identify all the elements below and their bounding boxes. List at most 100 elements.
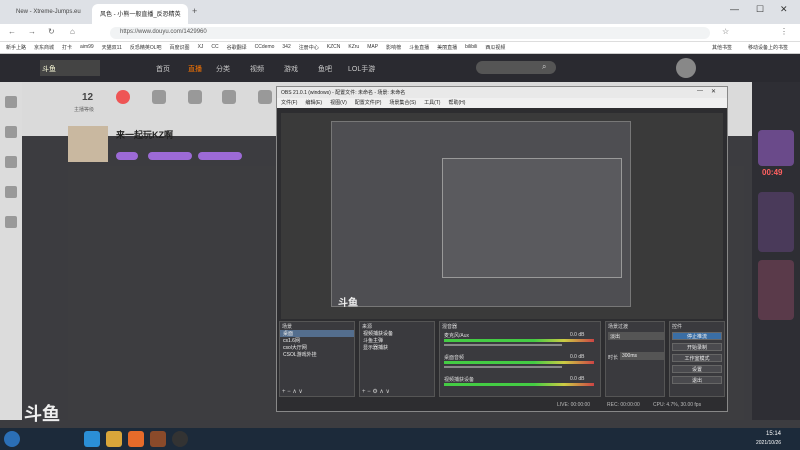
douyu-logo[interactable]: 斗鱼 — [40, 60, 100, 76]
volume-slider[interactable] — [444, 344, 562, 346]
other-bookmarks[interactable]: 其他书签 — [712, 44, 732, 51]
obs-menu-item[interactable]: 编辑(E) — [305, 99, 322, 107]
duration-label: 时长 — [608, 355, 619, 361]
new-tab-icon[interactable]: + — [192, 6, 197, 16]
clock-time: 15:14 — [766, 431, 782, 437]
bookmark-item[interactable]: 美丽直播 — [437, 44, 457, 51]
nav-games[interactable]: 游戏 — [284, 64, 298, 74]
obs-menu-item[interactable]: 场景集合(S) — [389, 99, 416, 107]
search-icon[interactable]: ⌕ — [542, 62, 546, 72]
add-scene-icon[interactable]: + − ∧ ∨ — [282, 388, 303, 395]
nav-video[interactable]: 视频 — [250, 64, 264, 74]
sidebar-item-games[interactable] — [5, 186, 17, 198]
minimize-icon[interactable]: — — [730, 4, 739, 14]
edit-icon[interactable] — [188, 90, 202, 104]
bookmark-item[interactable]: 天猫双11 — [102, 44, 122, 51]
start-button-icon[interactable] — [4, 431, 20, 447]
nav-live[interactable]: 直播 — [188, 64, 202, 74]
nav-category[interactable]: 分类 — [216, 64, 230, 74]
bookmark-item[interactable]: 新手上路 — [6, 44, 26, 51]
menu-icon[interactable]: ⋮ — [780, 27, 788, 36]
sidebar-item-home[interactable] — [5, 96, 17, 108]
nav-yuba[interactable]: 鱼吧 — [318, 64, 332, 74]
bookmark-item[interactable]: XJ — [198, 44, 204, 51]
transition-select[interactable]: 淡出 — [608, 332, 664, 340]
bookmark-item[interactable]: 百度识图 — [170, 44, 190, 51]
url-input[interactable]: https://www.douyu.com/1429960 — [110, 27, 710, 39]
mobile-bookmarks[interactable]: 移动设备上的书签 — [748, 44, 788, 51]
bookmark-item[interactable]: aim99 — [80, 44, 94, 51]
bookmark-item[interactable]: KZCN — [327, 44, 341, 51]
forward-icon[interactable]: → — [28, 27, 36, 36]
bookmark-item[interactable]: 谷歌翻译 — [227, 44, 247, 51]
nav-home[interactable]: 首页 — [156, 64, 170, 74]
ie-icon[interactable] — [84, 431, 100, 447]
volume-slider[interactable] — [444, 366, 562, 368]
tab-douyu[interactable]: 风色 - 小熊一般直播_反恐精英 — [92, 4, 188, 24]
bookmark-item[interactable]: 342 — [282, 44, 290, 51]
folder-icon[interactable] — [106, 431, 122, 447]
report-badge[interactable] — [198, 152, 242, 160]
obs-menu-item[interactable]: 视图(V) — [330, 99, 347, 107]
duration-input[interactable]: 300ms — [620, 352, 664, 360]
firefox-icon[interactable] — [128, 431, 144, 447]
obs-statusbar: LIVE: 00:00:00 REC: 00:00:00 CPU: 4.7%, … — [277, 399, 727, 411]
promo-image[interactable] — [758, 130, 794, 166]
nav-lol[interactable]: LOL手游 — [348, 64, 375, 74]
bookmark-item[interactable]: 西瓜视频 — [485, 44, 505, 51]
obs-menu-item[interactable]: 文件(F) — [281, 99, 297, 107]
obs-preview[interactable]: 斗鱼 — [281, 113, 723, 319]
studio-mode-button[interactable]: 工作室模式 — [672, 354, 722, 362]
scene-item[interactable]: cs1.6网 — [280, 337, 354, 344]
obs-menu-item[interactable]: 帮助(H) — [448, 99, 465, 107]
obs-minimize-icon[interactable]: — — [697, 88, 703, 94]
clock-icon[interactable] — [222, 90, 236, 104]
bookmark-item[interactable]: 京东商城 — [34, 44, 54, 51]
scene-item[interactable]: 桌面 — [280, 330, 354, 337]
obs-close-icon[interactable]: ✕ — [711, 88, 716, 95]
close-icon[interactable]: ✕ — [780, 4, 788, 15]
bookmark-item[interactable]: CC — [211, 44, 218, 51]
obs-menu-item[interactable]: 工具(T) — [424, 99, 440, 107]
bookmark-item[interactable]: MAP — [367, 44, 378, 51]
avatar[interactable] — [676, 58, 696, 78]
gift-icon[interactable] — [152, 90, 166, 104]
source-item[interactable]: 斗鱼主弹 — [360, 337, 434, 344]
bookmark-item[interactable]: KZru — [348, 44, 359, 51]
source-item[interactable]: 显示器捕获 — [360, 344, 434, 351]
follow-tag[interactable] — [116, 152, 138, 160]
add-source-icon[interactable]: + − ⚙ ∧ ∨ — [362, 388, 390, 395]
back-icon[interactable]: ← — [8, 27, 16, 36]
bookmark-item[interactable]: CCdemo — [255, 44, 275, 51]
scene-item[interactable]: csol大厅网 — [280, 344, 354, 351]
stop-streaming-button[interactable]: 停止推流 — [672, 332, 722, 340]
fan-badge[interactable] — [148, 152, 192, 160]
sidebar-item-category[interactable] — [5, 156, 17, 168]
exit-button[interactable]: 退出 — [672, 376, 722, 384]
maximize-icon[interactable]: ☐ — [756, 4, 764, 15]
bookmark-item[interactable]: 斗鱼直播 — [409, 44, 429, 51]
source-item[interactable]: 视频捕获设备 — [360, 330, 434, 337]
start-recording-button[interactable]: 开始录制 — [672, 343, 722, 351]
settings-button[interactable]: 设置 — [672, 365, 722, 373]
scene-item[interactable]: CSOL游戏外挂 — [280, 351, 354, 358]
tab-xtreme[interactable]: New - Xtreme-Jumps.eu — [8, 4, 88, 24]
home-icon[interactable]: ⌂ — [70, 27, 75, 36]
cs-icon[interactable] — [150, 431, 166, 447]
promo-card-2[interactable] — [758, 260, 794, 320]
obs-icon[interactable] — [172, 431, 188, 447]
streamer-avatar[interactable] — [68, 126, 108, 162]
sidebar-item-follow[interactable] — [5, 126, 17, 138]
bookmark-item[interactable]: 反恐精英OL吧 — [130, 44, 162, 51]
reload-icon[interactable]: ↻ — [48, 27, 55, 36]
bookmark-item[interactable]: 打卡 — [62, 44, 72, 51]
star-icon[interactable]: ☆ — [722, 27, 729, 36]
obs-menu-item[interactable]: 配置文件(P) — [355, 99, 382, 107]
bookmark-item[interactable]: 注册中心 — [299, 44, 319, 51]
share-icon[interactable] — [258, 90, 272, 104]
sidebar-item-video[interactable] — [5, 216, 17, 228]
task-icon[interactable] — [116, 90, 130, 104]
bookmark-item[interactable]: 影响榜 — [386, 44, 401, 51]
bookmark-item[interactable]: bilibili — [465, 44, 477, 51]
promo-card[interactable] — [758, 192, 794, 252]
